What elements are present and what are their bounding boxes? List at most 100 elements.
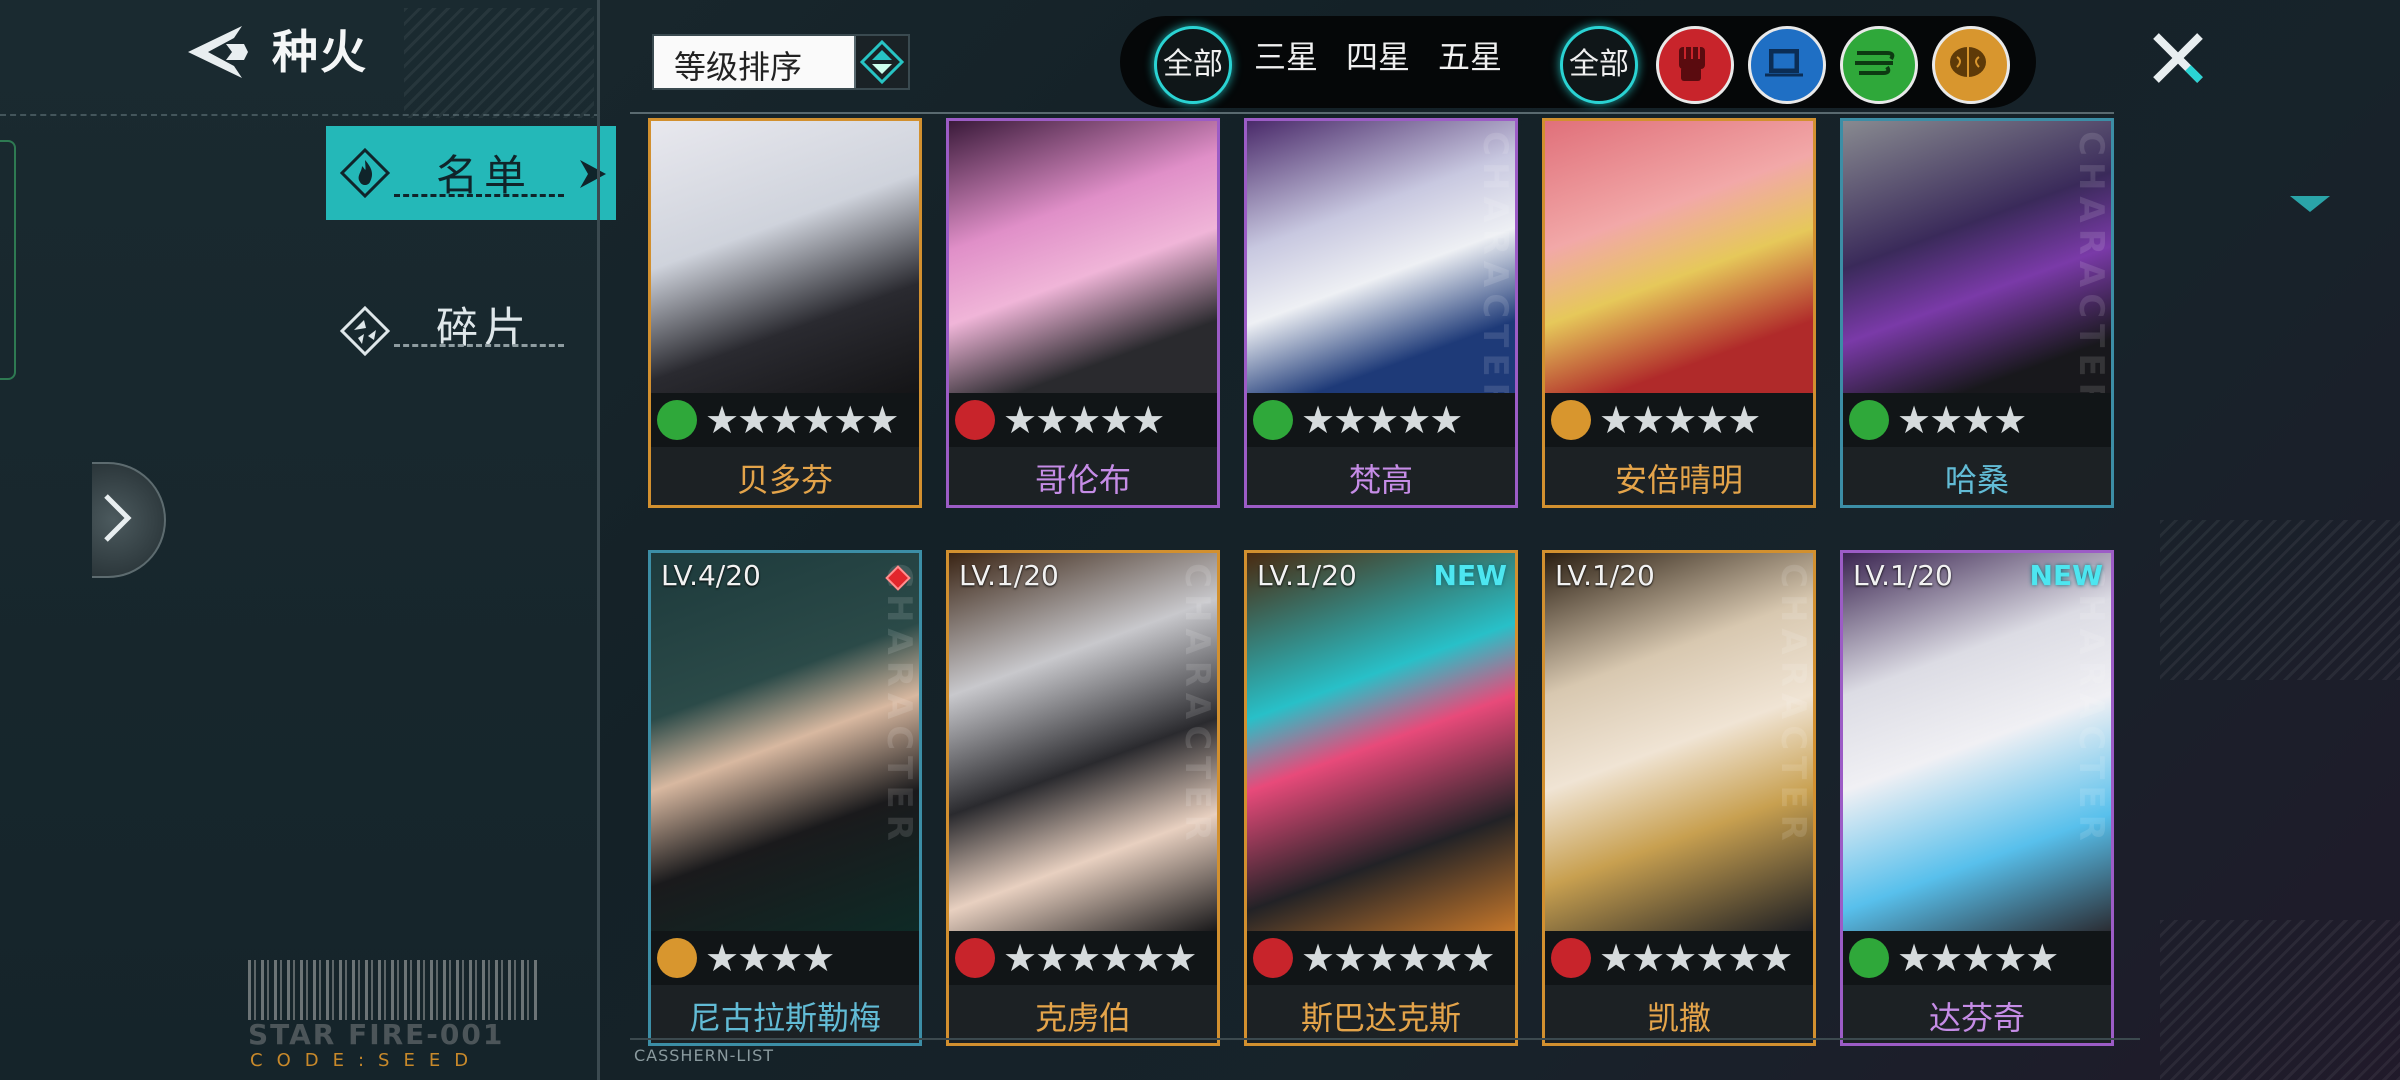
fist-icon — [1253, 938, 1293, 978]
brain-icon — [1950, 47, 1986, 77]
divider — [0, 114, 600, 116]
tab-underline — [394, 344, 564, 347]
filter-bar: 全部 三星 四星 五星 全部 — [1120, 16, 2036, 108]
level-label: LV.1/20 — [1555, 559, 1655, 592]
character-card[interactable]: LV.1/20 NEW ★★★★★★ 斯巴达克斯 — [1244, 550, 1518, 1046]
close-icon[interactable] — [2148, 28, 2208, 88]
character-card[interactable]: CHARACTER LV.1/20 ★★★★★★ 克虏伯 — [946, 550, 1220, 1046]
character-name: 克虏伯 — [1034, 999, 1131, 1037]
character-card[interactable]: CHARACTER ★★★★ 哈桑 — [1840, 118, 2114, 508]
character-card[interactable]: ★★★★★ 安倍晴明 — [1542, 118, 1816, 508]
sort-order-toggle[interactable] — [854, 36, 908, 88]
character-name: 斯巴达克斯 — [1300, 999, 1461, 1037]
hatch-decoration — [404, 8, 594, 118]
filter-five-star[interactable]: 五星 — [1438, 32, 1502, 78]
star-rating: ★★★★★ — [1003, 398, 1165, 442]
watermark: CHARACTER — [1177, 563, 1217, 847]
character-card[interactable]: CHARACTER LV.1/20 ★★★★★★ 凯撒 — [1542, 550, 1816, 1046]
tab-roster[interactable]: 名单 — [326, 126, 616, 220]
page-title: 种火 — [272, 25, 368, 79]
name-bar: 梵高 — [1247, 447, 1515, 505]
hatch-decoration — [2160, 920, 2400, 1080]
level-label: LV.1/20 — [959, 559, 1059, 592]
character-name: 达芬奇 — [1928, 999, 2025, 1037]
star-rating: ★★★★★★ — [1599, 936, 1793, 980]
star-strip: ★★★★ — [651, 931, 919, 985]
barcode-decoration — [248, 960, 538, 1020]
fist-icon — [955, 400, 995, 440]
hatch-decoration — [2160, 520, 2400, 680]
star-strip: ★★★★★★ — [949, 931, 1217, 985]
name-bar: 凯撒 — [1545, 985, 1813, 1043]
filter-four-star[interactable]: 四星 — [1346, 32, 1410, 78]
chip-icon — [1765, 49, 1803, 77]
brand-text: STAR FIRE-001 — [248, 1018, 505, 1051]
star-rating: ★★★★★★ — [1301, 936, 1495, 980]
level-label: LV.1/20 — [1853, 559, 1953, 592]
sort-label: 等级排序 — [674, 48, 803, 86]
sort-dropdown[interactable]: 等级排序 — [652, 34, 910, 90]
back-arrow-icon[interactable] — [182, 22, 254, 82]
tab-fragments[interactable]: 碎片 — [326, 288, 616, 382]
fist-icon — [1551, 938, 1591, 978]
character-name: 梵高 — [1348, 461, 1413, 499]
fist-icon — [955, 938, 995, 978]
shards-icon — [340, 306, 390, 356]
watermark: CHARACTER — [1773, 563, 1813, 847]
filter-type-all[interactable]: 全部 — [1560, 26, 1638, 104]
star-rating: ★★★★ — [1897, 398, 2027, 442]
watermark: CHARACTER — [2071, 563, 2111, 847]
character-card[interactable]: CHARACTER ★★★★★ 梵高 — [1244, 118, 1518, 508]
chevron-right-icon — [104, 494, 132, 542]
filter-rarity-all[interactable]: 全部 — [1154, 26, 1232, 104]
star-strip: ★★★★★ — [949, 393, 1217, 447]
new-badge: NEW — [1433, 559, 1507, 592]
wind-icon — [657, 400, 697, 440]
wind-icon — [1849, 400, 1889, 440]
level-label: LV.1/20 — [1257, 559, 1357, 592]
expand-panel-button[interactable] — [92, 462, 166, 578]
character-name: 哈桑 — [1944, 461, 2009, 499]
code-text: CODE:SEED — [250, 1050, 483, 1071]
star-strip: ★★★★★★ — [1247, 931, 1515, 985]
filter-wind-type[interactable] — [1840, 26, 1918, 104]
new-badge: NEW — [2029, 559, 2103, 592]
name-bar: 哥伦布 — [949, 447, 1217, 505]
name-bar: 贝多芬 — [651, 447, 919, 505]
star-rating: ★★★★ — [705, 936, 835, 980]
wind-icon — [1849, 938, 1889, 978]
watermark: CHARACTER — [1475, 131, 1515, 415]
wind-icon — [1855, 51, 1895, 75]
character-name: 贝多芬 — [736, 461, 833, 499]
name-bar: 达芬奇 — [1843, 985, 2111, 1043]
star-rating: ★★★★★ — [1897, 936, 2059, 980]
divider — [630, 1038, 2140, 1040]
filter-fist-type[interactable] — [1656, 26, 1734, 104]
character-card[interactable]: CHARACTER LV.1/20 NEW ★★★★★ 达芬奇 — [1840, 550, 2114, 1046]
character-portrait — [651, 121, 919, 395]
watermark: CHARACTER — [879, 563, 919, 847]
character-card[interactable]: CHARACTER LV.4/20 ★★★★ 尼古拉斯勒梅 — [648, 550, 922, 1046]
star-strip: ★★★★★ — [1843, 931, 2111, 985]
character-portrait — [1247, 553, 1515, 933]
name-bar: 尼古拉斯勒梅 — [651, 985, 919, 1043]
name-bar: 哈桑 — [1843, 447, 2111, 505]
character-card[interactable]: ★★★★★ 哥伦布 — [946, 118, 1220, 508]
side-bracket — [0, 140, 16, 380]
character-name: 凯撒 — [1646, 999, 1711, 1037]
triangle-decoration — [2290, 196, 2330, 212]
star-rating: ★★★★★★ — [705, 398, 899, 442]
left-panel: 种火 名单 碎片 STAR FIRE-001 CODE:SEED — [0, 0, 616, 1080]
star-rating: ★★★★★ — [1599, 398, 1761, 442]
character-card[interactable]: ★★★★★★ 贝多芬 — [648, 118, 922, 508]
name-bar: 斯巴达克斯 — [1247, 985, 1515, 1043]
character-name: 哥伦布 — [1034, 461, 1131, 499]
filter-brain-type[interactable] — [1932, 26, 2010, 104]
filter-chip-type[interactable] — [1748, 26, 1826, 104]
name-bar: 安倍晴明 — [1545, 447, 1813, 505]
level-label: LV.4/20 — [661, 559, 761, 592]
divider — [630, 112, 2114, 114]
filter-three-star[interactable]: 三星 — [1254, 32, 1318, 78]
star-rating: ★★★★★ — [1301, 398, 1463, 442]
name-bar: 克虏伯 — [949, 985, 1217, 1043]
